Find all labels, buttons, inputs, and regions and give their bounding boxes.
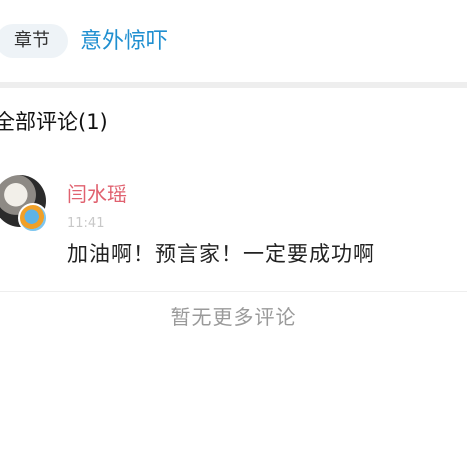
divider [0, 291, 467, 292]
chapter-tag: 章节 [0, 24, 68, 58]
comment-timestamp: 11:41 [67, 216, 105, 231]
comments-count: (1) [78, 110, 108, 134]
avatar-badge-icon [18, 203, 48, 233]
section-separator [0, 82, 467, 88]
comment-username[interactable]: 闫水瑶 [67, 179, 127, 209]
comments-header: 全部评论(1) [0, 102, 108, 142]
comments-header-label: 全部评论 [0, 110, 78, 134]
comment-item: 闫水瑶 11:41 加油啊！预言家！一定要成功啊 [0, 165, 467, 291]
comment-text: 加油啊！预言家！一定要成功啊 [67, 242, 375, 266]
comments-page: 章节 意外惊吓 全部评论(1) 闫水瑶 11:41 加油啊！预言家！一定要成功啊… [0, 0, 467, 467]
chapter-title-link[interactable]: 意外惊吓 [80, 24, 168, 60]
chapter-bar: 章节 意外惊吓 [0, 0, 467, 82]
no-more-comments: 暂无更多评论 [170, 305, 297, 329]
